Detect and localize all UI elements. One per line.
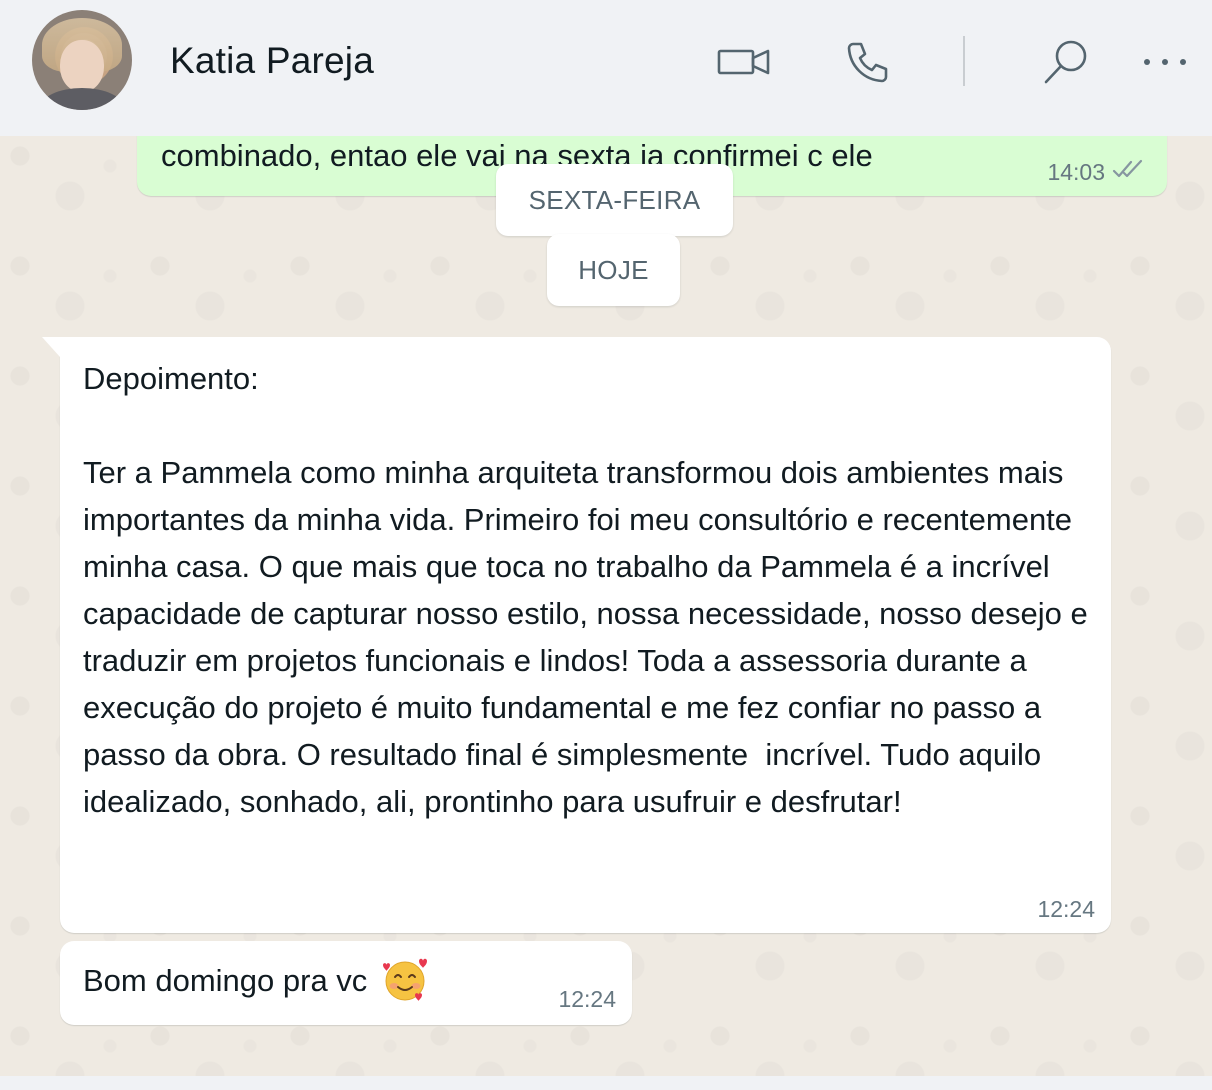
date-chip-hoje: HOJE <box>547 234 680 306</box>
date-chip-sexta: SEXTA-FEIRA <box>496 164 733 236</box>
video-call-icon[interactable] <box>716 34 772 90</box>
contact-avatar[interactable] <box>32 10 132 110</box>
chat-header: Katia Pareja <box>0 0 1212 136</box>
smiling-face-with-hearts-icon <box>381 955 428 1001</box>
search-icon[interactable] <box>1038 34 1094 90</box>
bubble-tail <box>42 337 60 357</box>
composer-edge <box>0 1076 1212 1090</box>
message-time: 12:24 <box>558 986 616 1012</box>
more-options-icon[interactable] <box>1138 34 1194 90</box>
message-time: 12:24 <box>1037 896 1095 922</box>
avatar-shoulder <box>40 88 124 110</box>
voice-call-icon[interactable] <box>840 34 896 90</box>
header-divider <box>963 36 965 86</box>
message-text: Depoimento: Ter a Pammela como minha arq… <box>83 361 1088 819</box>
contact-name[interactable]: Katia Pareja <box>170 40 374 82</box>
chat-window: Katia Pareja combinado, entao ele vai na… <box>0 0 1212 1090</box>
message-text: Bom domingo pra vc <box>83 963 368 998</box>
avatar-face <box>60 40 104 92</box>
incoming-message[interactable]: Depoimento: Ter a Pammela como minha arq… <box>42 337 1111 933</box>
message-content: Bom domingo pra vc <box>83 958 428 1001</box>
incoming-message[interactable]: Bom domingo pra vc 12:24 <box>60 941 632 1025</box>
message-meta: 14:03 <box>1047 158 1147 186</box>
message-list[interactable]: combinado, entao ele vai na sexta ja con… <box>0 136 1212 1076</box>
double-check-icon <box>1111 158 1147 186</box>
message-time: 14:03 <box>1047 158 1105 185</box>
